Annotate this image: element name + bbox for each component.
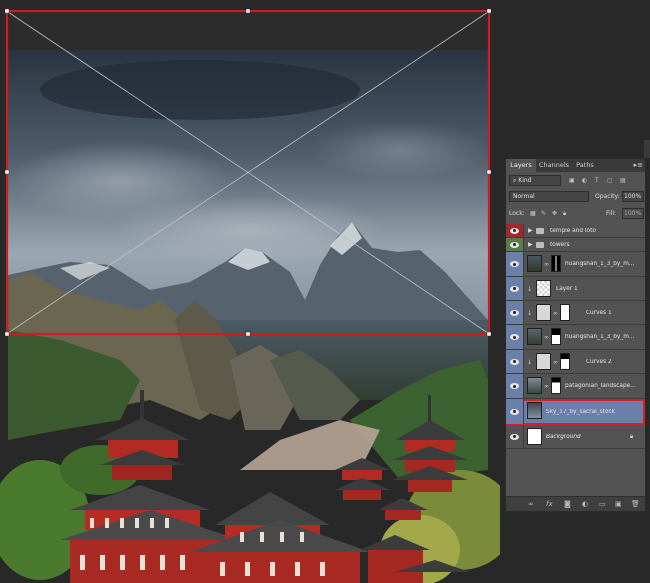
layers-panel: Layers Channels Paths ▸≡ ⌕ Kind ▣ ◐ T ▢ … — [505, 158, 646, 512]
layer-group-temple-and-loto[interactable]: ▶ temple and loto — [506, 224, 645, 238]
layer-sky-selected[interactable]: Sky_17_by_sacral_stock — [506, 399, 645, 425]
layer-name: huangshan_1_3_by_m... — [565, 334, 635, 340]
filter-row: ⌕ Kind ▣ ◐ T ▢ ▤ — [506, 174, 645, 187]
expand-arrow-icon[interactable]: ▶ — [528, 227, 533, 234]
adjustment-filter-icon[interactable]: ◐ — [582, 176, 587, 186]
pixel-filter-icon[interactable]: ▣ — [569, 176, 575, 186]
mask-link-icon[interactable]: ∞ — [553, 310, 558, 317]
panel-menu-icon[interactable]: ▸≡ — [634, 159, 643, 172]
layer-name: Curves 1 — [586, 310, 612, 316]
new-group-icon[interactable]: ▭ — [599, 499, 606, 509]
clip-arrow-icon: ↓ — [527, 359, 533, 366]
smart-object-filter-icon[interactable]: ▤ — [620, 176, 626, 186]
adjustment-layer-icon[interactable]: ◐ — [582, 499, 588, 509]
layer-thumbnail — [527, 402, 542, 419]
lock-icon[interactable]: 🔒︎ — [630, 433, 633, 441]
layer-name: Background — [546, 434, 581, 440]
visibility-eye-icon[interactable] — [506, 374, 524, 398]
layers-bottom-toolbar: ∞ fx ◙ ◐ ▭ ▣ 🗑︎ — [506, 496, 645, 511]
curves-adjustment-icon — [536, 304, 551, 321]
add-mask-icon[interactable]: ◙ — [564, 499, 571, 509]
layer-huangshan-1[interactable]: ∞ huangshan_1_3_by_m... — [506, 252, 645, 277]
layer-name: temple and loto — [550, 228, 596, 234]
curves-adjustment-icon — [536, 353, 551, 370]
layer-layer-1[interactable]: ↓ Layer 1 — [506, 277, 645, 301]
layer-thumbnail — [536, 280, 551, 297]
document-canvas[interactable] — [0, 0, 500, 583]
filter-kind-value: Kind — [518, 177, 532, 184]
mask-link-icon[interactable]: ∞ — [544, 261, 549, 268]
layer-thumbnail — [527, 328, 542, 345]
tab-channels[interactable]: Channels — [536, 159, 572, 172]
layer-mask-thumbnail[interactable] — [551, 377, 561, 394]
layer-thumbnail — [527, 377, 542, 394]
clip-arrow-icon: ↓ — [527, 310, 533, 317]
layer-mask-thumbnail[interactable] — [551, 255, 561, 272]
visibility-eye-icon[interactable] — [506, 325, 524, 349]
visibility-eye-icon[interactable] — [506, 277, 524, 300]
expand-arrow-icon[interactable]: ▶ — [528, 241, 533, 248]
new-layer-icon[interactable]: ▣ — [615, 499, 622, 509]
mask-link-icon[interactable]: ∞ — [544, 383, 549, 390]
layer-name: Layer 1 — [556, 286, 578, 292]
layer-curves-1[interactable]: ↓ ∞ Curves 1 — [506, 301, 645, 325]
layer-thumbnail — [527, 255, 542, 272]
layer-background[interactable]: Background 🔒︎ — [506, 425, 645, 449]
visibility-eye-icon[interactable] — [506, 252, 524, 276]
lock-pixels-icon[interactable]: ✎ — [541, 209, 546, 219]
layer-curves-2[interactable]: ↓ ∞ Curves 2 — [506, 350, 645, 374]
visibility-eye-icon[interactable] — [506, 238, 524, 251]
link-layers-icon[interactable]: ∞ — [528, 499, 534, 509]
lock-label: Lock: — [509, 210, 525, 217]
mask-link-icon[interactable]: ∞ — [553, 359, 558, 366]
blend-row: Normal Opacity: 100% — [506, 190, 645, 203]
folder-icon — [536, 242, 544, 248]
delete-layer-icon[interactable]: 🗑︎ — [631, 499, 640, 509]
filter-kind-select[interactable]: ⌕ Kind — [509, 175, 561, 186]
shape-filter-icon[interactable]: ▢ — [607, 176, 613, 186]
layer-name: patagonian_landscape... — [565, 383, 636, 389]
layer-name: Sky_17_by_sacral_stock — [546, 409, 616, 415]
visibility-eye-icon[interactable] — [506, 301, 524, 324]
layer-mask-thumbnail[interactable] — [551, 328, 561, 345]
mask-link-icon[interactable]: ∞ — [544, 334, 549, 341]
canvas-image — [0, 8, 500, 583]
tab-paths[interactable]: Paths — [572, 159, 598, 172]
layer-group-towers[interactable]: ▶ towers — [506, 238, 645, 252]
fx-icon[interactable]: fx — [546, 499, 553, 509]
lock-transparency-icon[interactable]: ▦ — [530, 209, 536, 219]
visibility-eye-icon[interactable] — [506, 350, 524, 373]
opacity-label: Opacity: — [595, 193, 620, 200]
panel-collapse-strip[interactable] — [644, 140, 650, 158]
layer-mask-thumbnail[interactable] — [560, 304, 570, 321]
opacity-field[interactable]: 100% — [622, 191, 644, 202]
fill-field[interactable]: 100% — [622, 208, 644, 219]
folder-icon — [536, 228, 544, 234]
lock-row: Lock: ▦ ✎ ✥ 🔒︎ Fill: 100% — [506, 207, 645, 220]
layer-patagonian-landscape[interactable]: ∞ patagonian_landscape... — [506, 374, 645, 399]
layer-huangshan-2[interactable]: ∞ huangshan_1_3_by_m... — [506, 325, 645, 350]
visibility-eye-icon[interactable] — [506, 224, 524, 237]
blend-mode-select[interactable]: Normal — [509, 191, 589, 202]
lock-position-icon[interactable]: ✥ — [552, 209, 557, 219]
layer-list: ▶ temple and loto ▶ towers ∞ huangshan_1… — [506, 224, 645, 499]
clip-arrow-icon: ↓ — [527, 286, 533, 293]
layer-name: Curves 2 — [586, 359, 612, 365]
fill-label: Fill: — [606, 210, 617, 217]
visibility-eye-icon[interactable] — [506, 399, 524, 424]
layer-name: towers — [550, 242, 570, 248]
panel-tabs: Layers Channels Paths ▸≡ — [506, 159, 645, 172]
layer-thumbnail — [527, 428, 542, 445]
lock-all-icon[interactable]: 🔒︎ — [563, 209, 566, 219]
layer-name: huangshan_1_3_by_m... — [565, 261, 635, 267]
tab-layers[interactable]: Layers — [506, 159, 536, 172]
type-filter-icon[interactable]: T — [595, 176, 599, 186]
visibility-eye-icon[interactable] — [506, 425, 524, 448]
layer-mask-thumbnail[interactable] — [560, 353, 570, 370]
